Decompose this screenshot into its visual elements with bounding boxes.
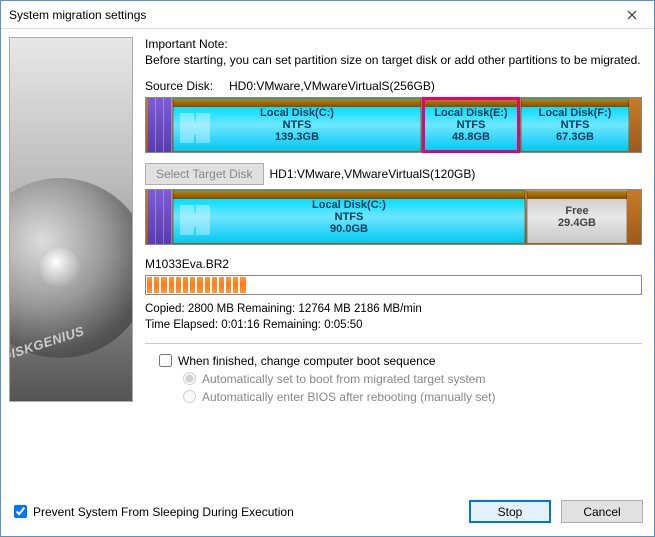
footer-buttons: Stop Cancel [469,500,643,523]
auto-boot-radio [183,372,196,385]
close-icon [627,10,637,20]
windows-logo-icon [180,113,210,143]
partition-fs: NTFS [561,119,590,131]
content: DISKGENIUS Important Note: Before starti… [1,29,654,536]
partition-size: 29.4GB [558,217,596,229]
select-target-disk-button: Select Target Disk [145,163,264,185]
partition-size: 90.0GB [330,223,368,235]
partition-size: 67.3GB [556,131,594,143]
partition-free[interactable]: Free29.4GB [527,190,627,244]
partition-name: Local Disk(F:) [539,107,612,119]
reserved-stripe [148,190,156,244]
close-button[interactable] [614,4,650,26]
stop-button[interactable]: Stop [469,500,551,523]
partition-name: Local Disk(E:) [434,107,507,119]
target-disk-bar[interactable]: Local Disk(C:)NTFS90.0GBFree29.4GB [145,189,642,245]
windows-logo-icon [180,205,210,235]
bootseq-option[interactable]: When finished, change computer boot sequ… [159,354,642,368]
prevent-sleep-checkbox[interactable] [14,505,27,518]
source-disk-row: Source Disk: HD0:VMware,VMwareVirtualS(2… [145,79,642,93]
note-title: Important Note: [145,37,642,51]
reserved-stripe [148,98,156,152]
partition-name: Free [565,205,588,217]
partition-fs: NTFS [457,119,486,131]
partition-size: 48.8GB [452,131,490,143]
partition-fs: NTFS [335,211,364,223]
window-title: System migration settings [9,8,146,22]
main-panel: Important Note: Before starting, you can… [141,29,654,536]
bootseq-label: When finished, change computer boot sequ… [178,354,436,368]
bootseq-checkbox[interactable] [159,354,172,367]
prevent-sleep-label: Prevent System From Sleeping During Exec… [33,505,294,519]
partition-name: Local Disk(C:) [260,107,334,119]
note-body: Before starting, you can set partition s… [145,53,642,69]
source-disk-label: Source Disk: [145,79,223,93]
partition-name: Local Disk(C:) [312,199,386,211]
auto-boot-label: Automatically set to boot from migrated … [202,372,485,386]
progress-stats: Copied: 2800 MB Remaining: 12764 MB 2186… [145,301,642,333]
partition[interactable]: Local Disk(C:)NTFS90.0GB [173,190,525,244]
progress-line1: Copied: 2800 MB Remaining: 12764 MB 2186… [145,301,642,317]
cancel-button[interactable]: Cancel [561,500,643,523]
reserved-stripe [156,98,164,152]
disk-illustration: DISKGENIUS [9,37,133,402]
partition-size: 139.3GB [275,131,319,143]
prevent-sleep-option[interactable]: Prevent System From Sleeping During Exec… [14,505,294,519]
auto-bios-radio [183,390,196,403]
partition[interactable]: Local Disk(C:)NTFS139.3GB [173,98,421,152]
auto-boot-option: Automatically set to boot from migrated … [183,372,642,386]
target-disk-value: HD1:VMware,VMwareVirtualS(120GB) [270,167,476,181]
partition[interactable]: Local Disk(E:)NTFS48.8GB [423,98,519,152]
sidebar: DISKGENIUS [1,29,141,536]
source-disk-value: HD0:VMware,VMwareVirtualS(256GB) [229,79,435,93]
source-disk-bar[interactable]: Local Disk(C:)NTFS139.3GBLocal Disk(E:)N… [145,97,642,153]
auto-bios-option: Automatically enter BIOS after rebooting… [183,390,642,404]
reserved-stripe [164,98,172,152]
reserved-stripe [156,190,164,244]
progress-line2: Time Elapsed: 0:01:16 Remaining: 0:05:50 [145,317,642,333]
partition-fs: NTFS [283,119,312,131]
auto-bios-label: Automatically enter BIOS after rebooting… [202,390,495,404]
reserved-stripe [164,190,172,244]
titlebar: System migration settings [1,1,654,29]
brand-label: DISKGENIUS [9,323,86,364]
current-file-label: M1033Eva.BR2 [145,257,642,271]
progress-bar [145,275,642,295]
separator [145,343,642,344]
footer: Prevent System From Sleeping During Exec… [0,500,655,523]
partition[interactable]: Local Disk(F:)NTFS67.3GB [521,98,629,152]
target-disk-row: Select Target Disk HD1:VMware,VMwareVirt… [145,163,642,185]
